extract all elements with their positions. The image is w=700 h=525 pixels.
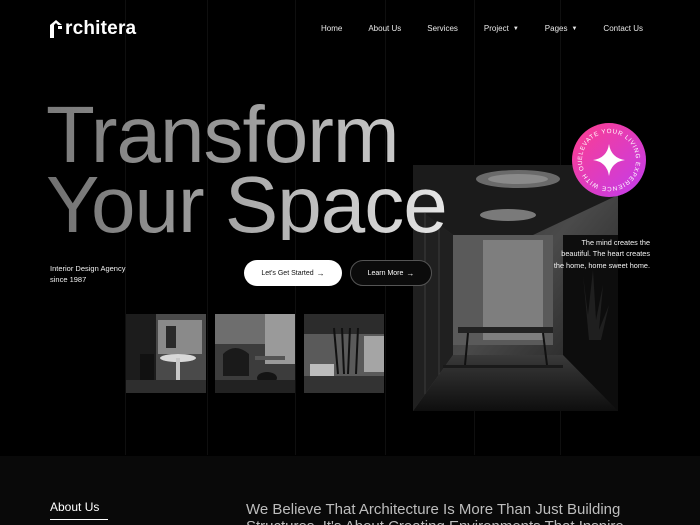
logo[interactable]: rchitera	[50, 18, 136, 40]
main-nav: Home About Us Services Project ▼ Pages ▼ C…	[295, 24, 643, 33]
nav-home-label: Home	[320, 24, 343, 33]
about-us-statement: We Believe That Architecture Is More Tha…	[246, 501, 624, 525]
learn-more-button[interactable]: Learn More →	[350, 260, 432, 286]
nav-project-label: Project	[483, 24, 509, 33]
chevron-down-icon: ▼	[571, 25, 578, 32]
about-us-heading: About Us	[50, 500, 100, 514]
hero-quote-line-1: The mind creates the	[581, 238, 650, 247]
get-started-label: Let's Get Started	[261, 269, 314, 277]
arrow-right-icon: →	[316, 268, 325, 278]
get-started-button[interactable]: Let's Get Started →	[244, 260, 342, 286]
learn-more-label: Learn More	[367, 269, 404, 277]
interior-thumbnail-2	[215, 314, 295, 393]
hero-quote-line-3: the home, home sweet home.	[553, 260, 650, 270]
hero-title: Transform Your Space	[46, 95, 448, 249]
logo-icon	[50, 20, 63, 38]
hero-quote: The mind creates the beautiful. The hear…	[510, 237, 650, 271]
interior-thumbnail-3	[304, 314, 384, 393]
nav-services-label: Services	[427, 24, 458, 33]
nav-home[interactable]: Home	[321, 24, 342, 33]
about-us-underline	[50, 519, 108, 520]
nav-contact-us-label: Contact Us	[603, 24, 643, 33]
tagline-line-2: since 1987	[50, 275, 87, 284]
arrow-right-icon: →	[406, 268, 415, 278]
elevate-badge: ELEVATE YOUR LIVING EXPERIENCE WITH OUR …	[568, 117, 647, 198]
nav-pages-label: Pages	[544, 24, 568, 33]
hero-title-line-2: Your Space	[46, 160, 448, 249]
chevron-down-icon: ▼	[512, 25, 519, 32]
nav-about-us-label: About Us	[368, 24, 402, 33]
nav-about-us[interactable]: About Us	[368, 24, 401, 33]
logo-text: rchitera	[65, 18, 137, 39]
nav-services[interactable]: Services	[427, 24, 458, 33]
tagline-line-1: Interior Design Agency	[50, 264, 126, 273]
interior-thumbnail-1	[126, 314, 206, 393]
hero-tagline: Interior Design Agency since 1987	[50, 263, 125, 285]
nav-contact-us[interactable]: Contact Us	[603, 24, 643, 33]
nav-project[interactable]: Project ▼	[484, 24, 519, 33]
nav-pages[interactable]: Pages ▼	[545, 24, 578, 33]
hero-quote-line-2: beautiful. The heart creates	[561, 249, 650, 259]
